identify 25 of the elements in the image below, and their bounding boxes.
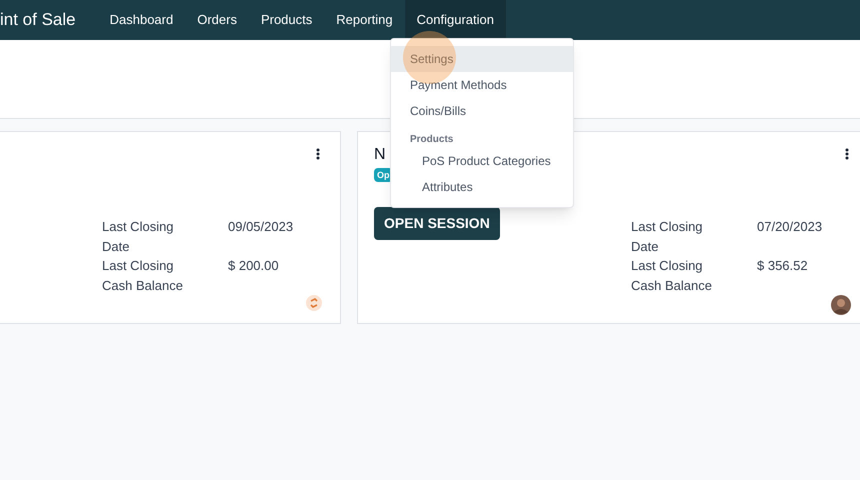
- menu-section-header: Products: [409, 133, 454, 147]
- stat-value: 09/05/2023: [228, 218, 294, 236]
- more-options-icon[interactable]: [316, 148, 320, 160]
- stat-value: $ 356.52: [757, 257, 808, 275]
- card-title: N: [374, 145, 386, 165]
- menu-item[interactable]: PoS Product Categories: [391, 148, 573, 174]
- stat-label: Last Closing Cash Balance: [631, 257, 713, 294]
- stat-value: 07/20/2023: [757, 218, 822, 236]
- more-options-icon[interactable]: [845, 148, 849, 160]
- nav-menu-item[interactable]: Reporting: [324, 0, 405, 40]
- menu-item[interactable]: Payment Methods: [391, 72, 573, 98]
- avatar-icon: [831, 295, 851, 315]
- stat-label: Last Closing Cash Balance: [102, 257, 184, 294]
- nav-menu-item[interactable]: Dashboard: [98, 0, 186, 40]
- company-logo-icon: [306, 295, 322, 311]
- nav-menu-item[interactable]: Orders: [185, 0, 249, 40]
- open-session-button[interactable]: OPEN SESSION: [374, 207, 500, 240]
- nav-menu-item[interactable]: Configuration: [404, 0, 506, 40]
- menu-item[interactable]: Coins/Bills: [391, 98, 573, 124]
- stat-value: $ 200.00: [228, 257, 279, 275]
- stat-label: Last Closing Date: [102, 218, 175, 256]
- app-title[interactable]: int of Sale: [0, 0, 98, 40]
- menu-item[interactable]: Attributes: [391, 174, 573, 200]
- stat-label: Last Closing Date: [631, 218, 704, 256]
- nav-menu-item[interactable]: Products: [248, 0, 324, 40]
